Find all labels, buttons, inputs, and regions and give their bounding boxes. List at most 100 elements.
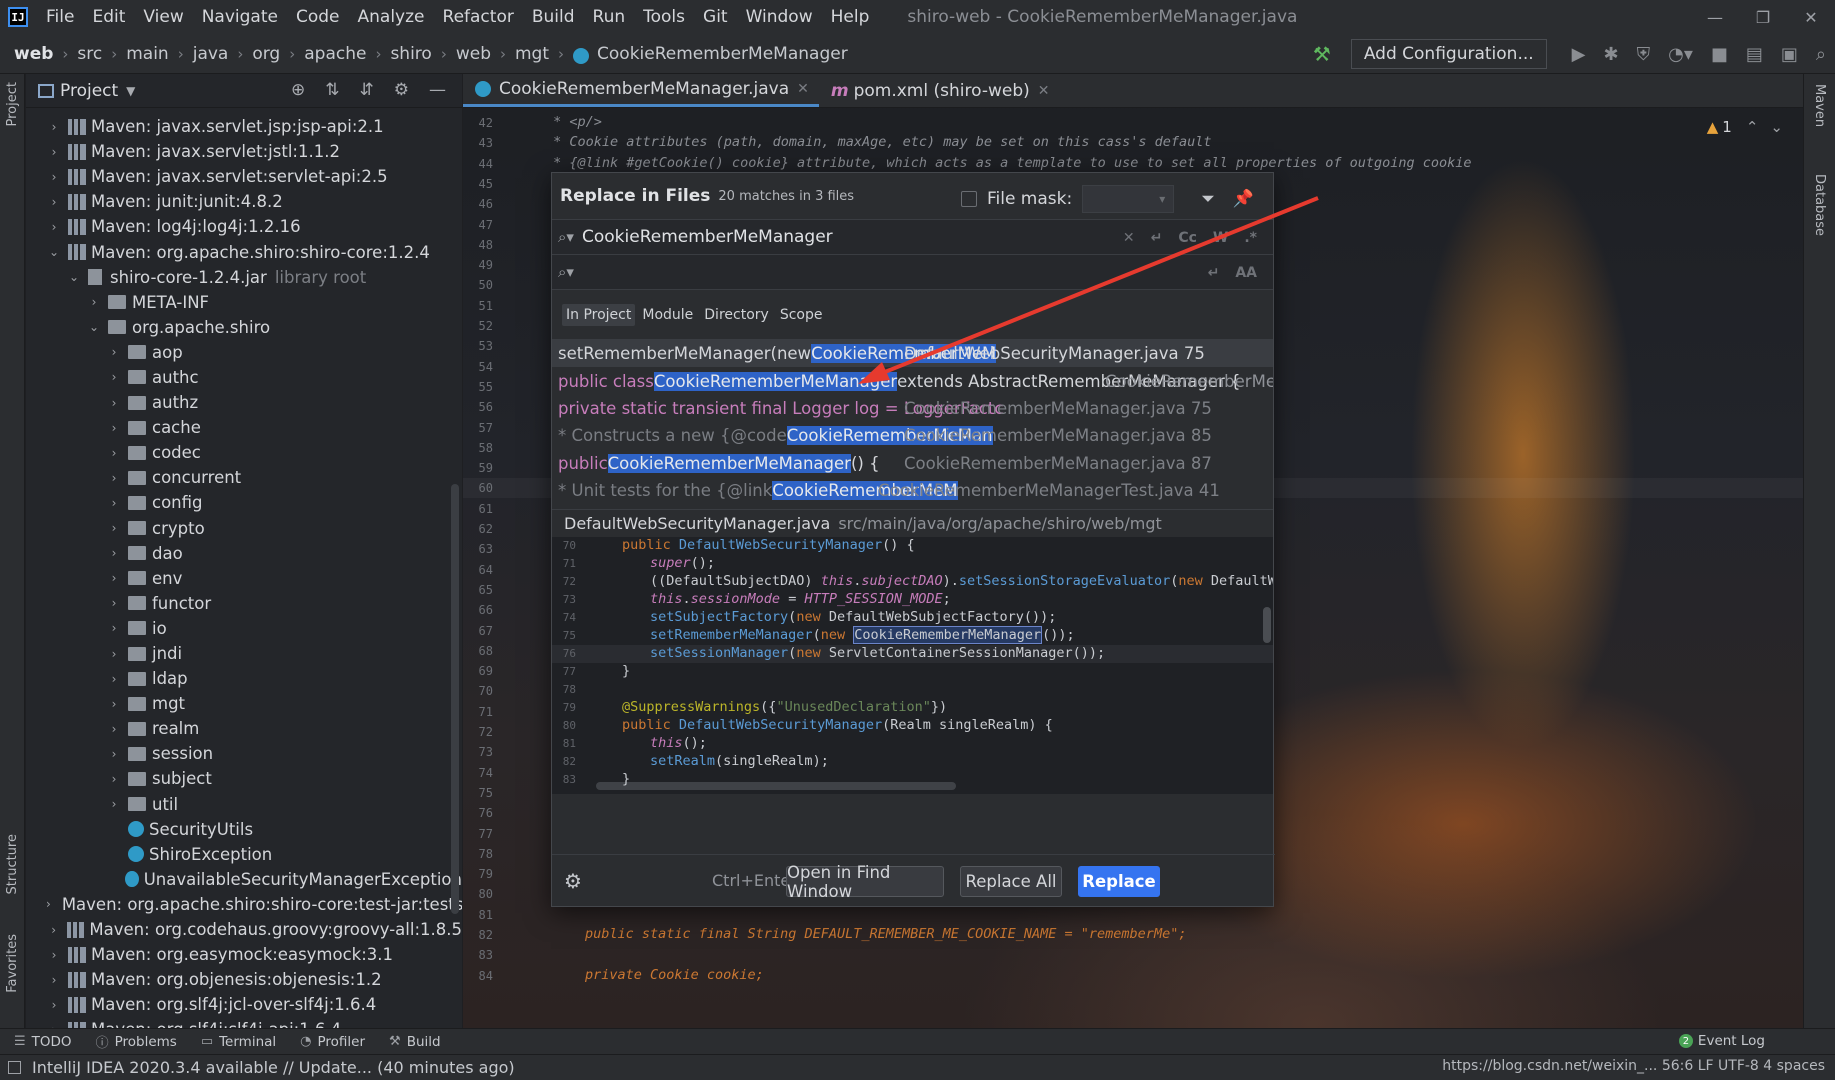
chevron-icon[interactable]: › bbox=[106, 370, 122, 384]
replace-button[interactable]: Replace bbox=[1078, 866, 1160, 897]
tree-node[interactable]: › META-INF bbox=[26, 290, 462, 315]
preview-horizontal-scrollbar[interactable] bbox=[596, 782, 956, 790]
regex-toggle[interactable]: .* bbox=[1244, 230, 1257, 246]
chevron-icon[interactable]: › bbox=[106, 621, 122, 635]
tree-node[interactable]: › Maven: org.slf4j:jcl-over-slf4j:1.6.4 bbox=[26, 992, 462, 1017]
problems-tool-button[interactable]: ⓘ Problems bbox=[96, 1032, 177, 1052]
replace-all-button[interactable]: Replace All bbox=[960, 866, 1062, 897]
project-scrollbar[interactable] bbox=[451, 484, 459, 914]
chevron-icon[interactable]: › bbox=[106, 496, 122, 510]
tree-node[interactable]: › config bbox=[26, 490, 462, 515]
breadcrumb-item[interactable]: org bbox=[252, 44, 280, 64]
tree-node[interactable]: › Maven: org.apache.shiro:shiro-core:test… bbox=[26, 892, 462, 917]
chevron-icon[interactable]: › bbox=[46, 145, 62, 159]
scope-tab-scope[interactable]: Scope bbox=[776, 304, 827, 326]
search-result-row[interactable]: private static transient final Logger lo… bbox=[552, 395, 1273, 422]
tree-node[interactable]: › codec bbox=[26, 440, 462, 465]
next-highlight-icon[interactable]: ⌄ bbox=[1770, 118, 1783, 136]
stop-icon[interactable]: ■ bbox=[1711, 44, 1728, 65]
scope-tab-directory[interactable]: Directory bbox=[700, 304, 773, 326]
chevron-icon[interactable]: › bbox=[106, 797, 122, 811]
menu-code[interactable]: Code bbox=[288, 0, 350, 34]
breadcrumb-item[interactable]: src bbox=[77, 44, 102, 64]
menu-build[interactable]: Build bbox=[524, 0, 585, 34]
tree-node[interactable]: ⌄ org.apache.shiro bbox=[26, 315, 462, 340]
search-icon[interactable]: ⌕ bbox=[1816, 44, 1826, 65]
chevron-icon[interactable]: › bbox=[106, 471, 122, 485]
hide-tool-windows-icon[interactable] bbox=[8, 1061, 21, 1074]
chevron-down-icon[interactable]: ▼ bbox=[126, 84, 135, 98]
chevron-icon[interactable]: ⌄ bbox=[86, 320, 102, 334]
chevron-icon[interactable]: › bbox=[106, 747, 122, 761]
search-field[interactable]: ⌕▾ CookieRememberMeManager ✕ ↵ Cc W .* bbox=[552, 219, 1273, 254]
preserve-case-toggle[interactable]: AA bbox=[1235, 265, 1257, 281]
tree-node[interactable]: › authc bbox=[26, 365, 462, 390]
tree-node[interactable]: › session bbox=[26, 741, 462, 766]
open-in-find-window-button[interactable]: Open in Find Window bbox=[786, 863, 944, 901]
pin-icon[interactable]: 📌 bbox=[1233, 189, 1254, 209]
hide-panel-icon[interactable]: — bbox=[429, 80, 446, 100]
project-view-selector[interactable]: Project bbox=[60, 81, 118, 101]
run-icon[interactable]: ▶ bbox=[1572, 44, 1586, 65]
status-message[interactable]: IntelliJ IDEA 2020.3.4 available // Upda… bbox=[32, 1058, 515, 1077]
tree-node[interactable]: › authz bbox=[26, 390, 462, 415]
search-result-row[interactable]: public class CookieRememberMeManager ext… bbox=[552, 367, 1273, 394]
replace-field[interactable]: ⌕▾ ↵ AA bbox=[552, 254, 1273, 289]
previous-highlight-icon[interactable]: ⌃ bbox=[1746, 118, 1759, 136]
minimize-button[interactable]: — bbox=[1691, 0, 1739, 34]
tree-node[interactable]: SecurityUtils bbox=[26, 817, 462, 842]
debug-icon[interactable]: ✱ bbox=[1604, 44, 1619, 65]
chevron-icon[interactable]: › bbox=[46, 170, 62, 184]
menu-window[interactable]: Window bbox=[738, 0, 823, 34]
coverage-icon[interactable]: ⛨ bbox=[1637, 44, 1651, 65]
chevron-icon[interactable]: › bbox=[106, 672, 122, 686]
chevron-icon[interactable]: › bbox=[106, 396, 122, 410]
todo-tool-button[interactable]: ☰ TODO bbox=[14, 1034, 72, 1050]
tree-node[interactable]: › crypto bbox=[26, 516, 462, 541]
search-result-row[interactable]: * Constructs a new {@code CookieRemember… bbox=[552, 422, 1273, 449]
tree-node[interactable]: ⌄ shiro-core-1.2.4.jar library root bbox=[26, 265, 462, 290]
search-input[interactable]: CookieRememberMeManager bbox=[582, 227, 833, 247]
tree-node[interactable]: › subject bbox=[26, 766, 462, 791]
scope-tab-in-project[interactable]: In Project bbox=[562, 303, 636, 326]
chevron-icon[interactable]: › bbox=[46, 195, 62, 209]
menu-git[interactable]: Git bbox=[695, 0, 738, 34]
search-result-row[interactable]: public CookieRememberMeManager() {Cookie… bbox=[552, 450, 1273, 477]
breadcrumb-item[interactable]: java bbox=[193, 44, 229, 64]
chevron-icon[interactable]: ⌄ bbox=[66, 270, 82, 284]
code-preview[interactable]: 70 71 72 73 74 75 76 77 78 79 80 81 82 83 public Defau… bbox=[552, 537, 1273, 794]
chevron-icon[interactable]: › bbox=[46, 948, 62, 962]
expand-all-icon[interactable]: ⇅ bbox=[325, 80, 339, 100]
chevron-icon[interactable]: › bbox=[46, 923, 61, 937]
menu-navigate[interactable]: Navigate bbox=[194, 0, 288, 34]
tree-node[interactable]: › Maven: org.easymock:easymock:3.1 bbox=[26, 942, 462, 967]
filter-icon[interactable]: ⏷ bbox=[1201, 189, 1215, 209]
chevron-icon[interactable]: › bbox=[106, 596, 122, 610]
menu-view[interactable]: View bbox=[135, 0, 193, 34]
tree-node[interactable]: › realm bbox=[26, 716, 462, 741]
run-anything-icon[interactable]: ▣ bbox=[1781, 44, 1798, 65]
chevron-icon[interactable]: › bbox=[86, 295, 102, 309]
tree-node[interactable]: › Maven: javax.servlet:jstl:1.1.2 bbox=[26, 139, 462, 164]
chevron-icon[interactable]: › bbox=[46, 998, 62, 1012]
chevron-icon[interactable]: › bbox=[106, 421, 122, 435]
tree-node[interactable]: UnavailableSecurityManagerException bbox=[26, 867, 462, 892]
chevron-icon[interactable]: › bbox=[106, 722, 122, 736]
chevron-icon[interactable]: › bbox=[106, 521, 122, 535]
chevron-icon[interactable]: › bbox=[46, 897, 51, 911]
whole-words-toggle[interactable]: W bbox=[1213, 230, 1228, 246]
menu-run[interactable]: Run bbox=[585, 0, 636, 34]
tree-node[interactable]: › io bbox=[26, 616, 462, 641]
menu-help[interactable]: Help bbox=[823, 0, 880, 34]
add-configuration-button[interactable]: Add Configuration... bbox=[1350, 39, 1547, 69]
maven-tool-button[interactable]: Maven bbox=[1812, 84, 1827, 127]
tree-node[interactable]: ›Maven: org.slf4j:slf4j-api:1.6.4 bbox=[26, 1017, 462, 1028]
profile-icon[interactable]: ◔▾ bbox=[1668, 44, 1693, 65]
scope-tab-module[interactable]: Module bbox=[638, 304, 697, 326]
search-icon[interactable]: ⌕▾ bbox=[558, 228, 582, 246]
settings-gear-icon[interactable]: ⚙ bbox=[564, 869, 582, 893]
tree-node[interactable]: › env bbox=[26, 566, 462, 591]
breadcrumb-item[interactable]: mgt bbox=[515, 44, 549, 64]
close-tab-icon[interactable]: ✕ bbox=[1038, 83, 1050, 99]
profiler-tool-button[interactable]: ◔ Profiler bbox=[300, 1034, 365, 1050]
